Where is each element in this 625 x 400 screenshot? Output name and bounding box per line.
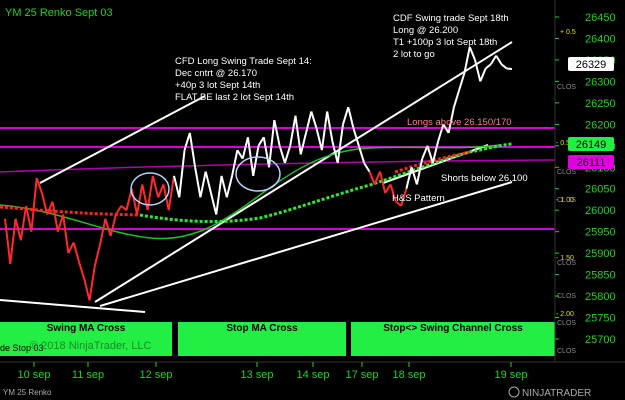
minor-label: - 0.5 [556,140,570,147]
annotation-line: Dec cntrt @ 26.170 [175,68,257,79]
clos-label: CLOS [557,348,576,355]
y-tick-label: 25700 [585,334,616,346]
copyright: © 2018 NinjaTrader, LLC [30,340,151,352]
section-label-2: Stop MA Cross [226,323,298,334]
annotation-line: 2 lot to go [393,49,435,60]
x-tick-label: 12 sep [139,369,172,381]
price-tag-current-text: 26329 [576,59,607,71]
x-tick-label: 13 sep [240,369,273,381]
x-tick-label: 10 sep [17,369,50,381]
ninjatrader-logo: NINJATRADER [508,386,591,399]
y-tick-label: 26050 [585,184,616,196]
price-tag-magenta-text: 26111 [577,157,606,169]
x-tick-label: 17 sep [345,369,378,381]
annotation-shorts-below: Shorts below 26.100 [441,173,528,184]
clos-label: CLOS [557,197,576,204]
chart-canvas: YM 25 Renko Sept 03 CFD Long Swing Trade… [0,0,625,400]
annotation-line: CDF Swing trade Sept 18th [393,13,509,24]
annotation-longs-above: Longs above 26.150/170 [407,117,512,128]
y-tick-label: 25850 [585,270,616,282]
clos-label: CLOS [557,320,576,327]
clos-label: CLOS [557,84,576,91]
y-tick-label: 26000 [585,205,616,217]
clos-label: CLOS [557,169,576,176]
y-tick-label: 26450 [585,12,616,24]
footer-label: YM 25 Renko [3,388,52,397]
y-tick-label: 26400 [585,33,616,45]
y-tick-label: 25950 [585,227,616,239]
annotation-line: CFD Long Swing Trade Sept 14: [175,56,312,67]
logo-text: NINJATRADER [522,388,591,399]
clos-label: CLOS [557,293,576,300]
annotation-line: Long @ 26.200 [393,25,458,36]
annotation-line: T1 +100p 3 lot Sept 18th [393,37,497,48]
annotation-line: FLAT BE last 2 lot Sept 14th [175,92,294,103]
clos-label: CLOS [557,260,576,267]
annotation-hs-pattern: H&S Pattern [392,193,445,204]
section-label-1: Swing MA Cross [47,323,126,334]
x-tick-label: 14 sep [296,369,329,381]
price-tag-green-text: 26149 [576,139,607,151]
minor-label: + 0.5 [560,29,576,36]
x-tick-label: 18 sep [392,369,425,381]
annotation-line: +40p 3 lot Sept 14th [175,80,260,91]
y-tick-label: 25750 [585,313,616,325]
y-tick-label: 26250 [585,98,616,110]
y-tick-label: 25800 [585,291,616,303]
x-tick-label: 11 sep [72,369,104,381]
y-tick-label: 25900 [585,248,616,260]
minor-label: - 2.00 [556,311,574,318]
y-tick-label: 26300 [585,76,616,88]
x-tick-label: 19 sep [494,369,527,381]
section-label-3: Stop<> Swing Channel Cross [383,323,523,334]
y-tick-label: 26200 [585,119,616,131]
chart-title: YM 25 Renko Sept 03 [5,7,113,19]
